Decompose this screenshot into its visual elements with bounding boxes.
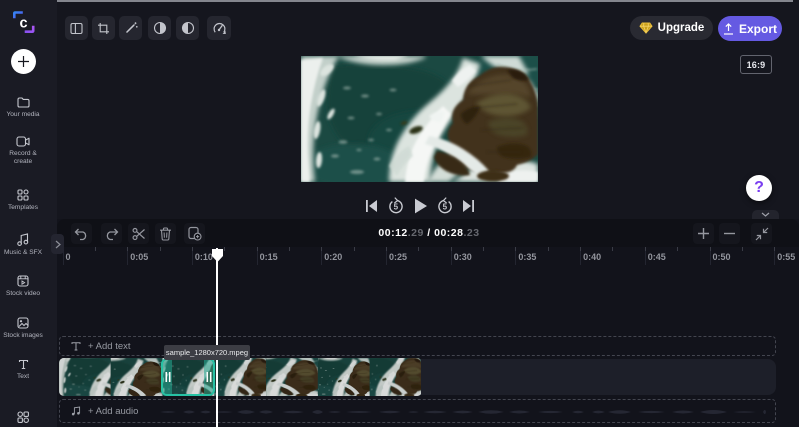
svg-text:c: c xyxy=(19,16,27,32)
svg-text:5: 5 xyxy=(394,203,399,212)
svg-text:5: 5 xyxy=(443,203,448,212)
